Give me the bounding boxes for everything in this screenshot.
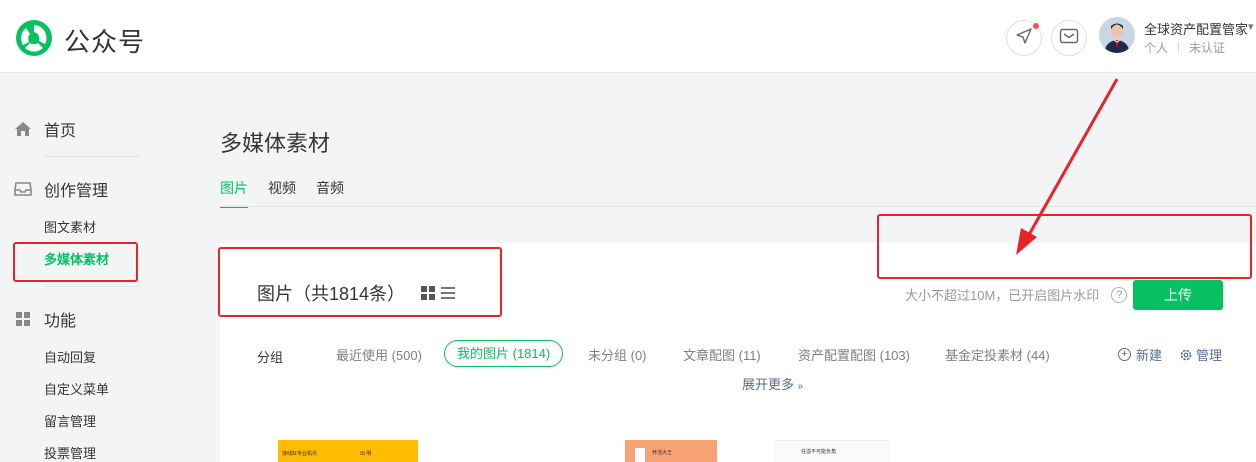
- tabs-divider: [220, 206, 1256, 207]
- annotation-box-title: [218, 247, 502, 317]
- group-fund-materials[interactable]: 基金定投素材 (44): [945, 345, 1050, 364]
- help-icon[interactable]: ?: [1111, 286, 1128, 303]
- inbox-icon: [14, 180, 32, 198]
- thumbnail-caption: 出 明: [360, 451, 372, 457]
- sidebar-item-votes[interactable]: 投票管理: [44, 443, 96, 462]
- avatar[interactable]: [1099, 17, 1135, 53]
- gear-icon: [1179, 348, 1193, 362]
- upload-tip: 大小不超过10M，已开启图片水印 ?: [905, 285, 1128, 304]
- expand-more-label: 展开更多: [742, 377, 795, 392]
- new-group-button[interactable]: + 新建: [1118, 345, 1162, 364]
- home-icon: [14, 120, 32, 138]
- nav-creation[interactable]: 创作管理: [14, 177, 108, 201]
- nav-features-label: 功能: [44, 313, 77, 330]
- new-group-label: 新建: [1136, 348, 1163, 363]
- account-name[interactable]: 全球资产配置管家: [1144, 19, 1248, 38]
- group-ungrouped[interactable]: 未分组 (0): [588, 345, 647, 364]
- thumbnail-caption: 任溢不可能负角: [801, 449, 837, 455]
- group-label: 分组: [257, 350, 284, 365]
- sidebar-item-articles[interactable]: 图文素材: [44, 217, 96, 236]
- group-asset-images[interactable]: 资产配置配图 (103): [798, 345, 910, 364]
- logo[interactable]: 公众号: [14, 18, 145, 63]
- group-recent[interactable]: 最近使用 (500): [336, 345, 422, 364]
- group-my-images[interactable]: 我的图片 (1814): [444, 340, 564, 367]
- send-button[interactable]: [1006, 20, 1042, 56]
- send-icon: [1015, 27, 1033, 50]
- nav-features[interactable]: 功能: [14, 307, 76, 331]
- logo-icon: [14, 18, 54, 63]
- sidebar-item-auto-reply[interactable]: 自动回复: [44, 347, 96, 366]
- thumbnail-caption: 养活大王: [652, 450, 673, 456]
- mail-icon: [1059, 28, 1079, 49]
- manage-groups-button[interactable]: 管理: [1179, 345, 1222, 364]
- sidebar-item-comments[interactable]: 留言管理: [44, 411, 96, 430]
- upload-button[interactable]: 上传: [1133, 280, 1223, 310]
- tab-videos[interactable]: 视频: [268, 178, 296, 208]
- media-tabs: 图片 视频 音频: [220, 178, 364, 208]
- plus-circle-icon: +: [1118, 348, 1131, 361]
- upload-tip-text: 大小不超过10M，已开启图片水印: [905, 288, 1100, 303]
- page-title: 多媒体素材: [220, 131, 331, 156]
- account-status: 未认证: [1189, 41, 1226, 55]
- tab-images[interactable]: 图片: [220, 178, 248, 208]
- nav-home-label: 首页: [44, 123, 77, 140]
- account-type: 个人: [1144, 41, 1169, 55]
- sidebar-divider: [44, 156, 140, 157]
- annotation-box-right: [877, 214, 1252, 279]
- tab-audio[interactable]: 音频: [316, 178, 344, 208]
- image-thumbnail[interactable]: 接线缸专业机讯 出 明: [278, 440, 418, 462]
- top-header: 公众号 全球资产配置管家 ▾ 个人 未认证: [0, 0, 1256, 73]
- sidebar-item-custom-menu[interactable]: 自定义菜单: [44, 379, 109, 398]
- annotation-box-sidebar: [13, 242, 138, 282]
- manage-groups-label: 管理: [1196, 348, 1223, 363]
- apps-icon: [14, 310, 32, 328]
- notification-dot: [1033, 23, 1039, 29]
- mail-button[interactable]: [1051, 20, 1087, 56]
- nav-home[interactable]: 首页: [14, 117, 76, 141]
- nav-creation-label: 创作管理: [44, 183, 109, 200]
- chevron-down-icon: »: [797, 381, 804, 392]
- expand-more-link[interactable]: 展开更多 »: [742, 374, 803, 393]
- divider: [1178, 42, 1180, 53]
- group-article-images[interactable]: 文章配图 (11): [683, 345, 761, 364]
- logo-text: 公众号: [64, 27, 146, 57]
- chevron-down-icon[interactable]: ▾: [1248, 20, 1254, 33]
- image-thumbnail[interactable]: 养活大王: [625, 440, 717, 462]
- thumbnail-caption: 接线缸专业机讯: [282, 451, 318, 457]
- sidebar-divider: [44, 286, 140, 287]
- account-meta: 个人 未认证: [1144, 39, 1225, 56]
- thumbnail-photo: [635, 448, 645, 462]
- image-thumbnail[interactable]: 任溢不可能负角: [773, 440, 891, 462]
